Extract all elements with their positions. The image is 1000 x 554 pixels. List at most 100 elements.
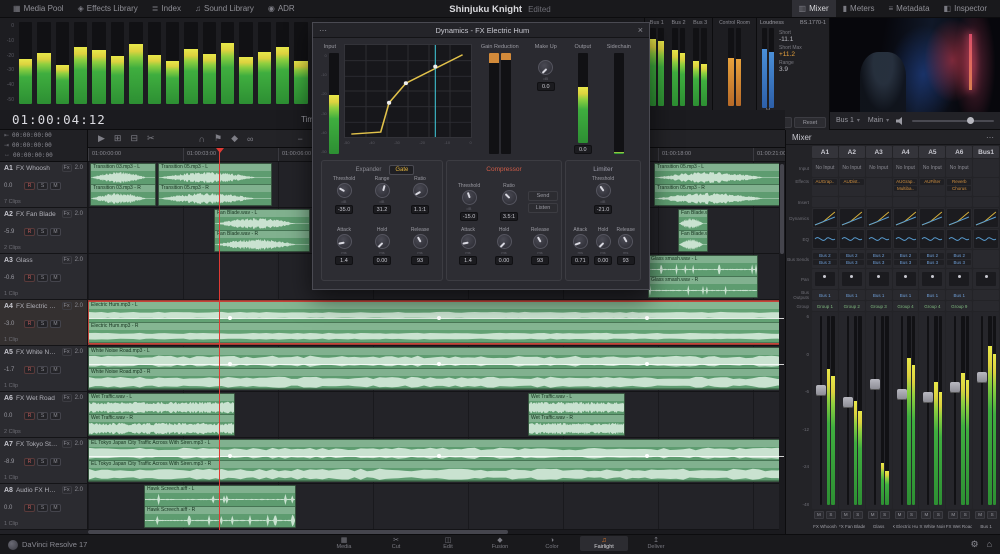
strip-input[interactable]: No Input xyxy=(946,159,972,177)
strip-mute-button[interactable]: M xyxy=(948,511,958,519)
gate-tab[interactable]: Gate xyxy=(389,165,414,175)
strip-channel-label[interactable]: A1 xyxy=(812,146,838,158)
track-arm-button[interactable]: R xyxy=(24,366,35,374)
track-fx-badge[interactable]: Fx xyxy=(62,164,72,172)
strip-eq-thumb[interactable] xyxy=(946,229,972,249)
strip-insert[interactable] xyxy=(893,197,919,207)
audio-clip[interactable]: EL Tokyo Japan City Traffic Across With … xyxy=(88,439,785,482)
strip-input[interactable]: No Input xyxy=(812,159,838,177)
fader-handle[interactable] xyxy=(843,397,853,408)
strip-mute-button[interactable]: M xyxy=(975,511,985,519)
fader-handle[interactable] xyxy=(950,382,960,393)
strip-group[interactable]: Group 4 xyxy=(919,301,945,311)
compressor-title[interactable]: Compressor xyxy=(450,163,558,176)
strip-insert[interactable] xyxy=(839,197,865,207)
pan-control[interactable] xyxy=(869,272,889,286)
audio-clip[interactable]: Transition 05.mp3 - LTransition 05.mp3 -… xyxy=(158,163,272,206)
track-arm-button[interactable]: R xyxy=(24,320,35,328)
strip-input[interactable]: No Input xyxy=(919,159,945,177)
strip-pan[interactable] xyxy=(946,269,972,289)
bus-send-item[interactable]: Bus 3 xyxy=(840,260,864,266)
sound-library-button[interactable]: ♫Sound Library xyxy=(188,0,261,17)
send-button[interactable]: Send xyxy=(528,191,558,201)
strip-dynamics-thumb[interactable] xyxy=(973,208,999,228)
pan-control[interactable] xyxy=(815,272,835,286)
effects-library-button[interactable]: ◈Effects Library xyxy=(71,0,145,17)
audio-clip[interactable]: Hawk Screech.aiff - LHawk Screech.aiff -… xyxy=(144,485,296,528)
strip-pan[interactable] xyxy=(866,269,892,289)
audio-clip[interactable]: Wet Traffic.wav - LWet Traffic.wav - R xyxy=(88,393,235,436)
strip-eq-thumb[interactable] xyxy=(893,229,919,249)
vertical-scrollbar-thumb[interactable] xyxy=(780,164,784,254)
track-fx-badge[interactable]: Fx xyxy=(62,486,72,494)
audio-clip[interactable]: Transition 05.mp3 - LTransition 05.mp3 -… xyxy=(654,163,782,206)
hold-knob[interactable] xyxy=(375,234,390,249)
automation-point[interactable] xyxy=(437,362,441,366)
window-options-icon[interactable]: ⋯ xyxy=(319,26,327,35)
strip-effect-item[interactable]: AUGrap.. xyxy=(813,179,837,185)
range-knob[interactable] xyxy=(375,183,390,198)
bus-send-item[interactable]: Bus 3 xyxy=(920,260,944,266)
bus-send-item[interactable]: Bus 2 xyxy=(813,253,837,259)
strip-pan[interactable] xyxy=(973,269,999,289)
strip-channel-label[interactable]: A6 xyxy=(946,146,972,158)
strip-group[interactable]: Group 9 xyxy=(946,301,972,311)
strip-eq-thumb[interactable] xyxy=(812,229,838,249)
strip-solo-button[interactable]: S xyxy=(960,511,970,519)
strip-insert[interactable] xyxy=(919,197,945,207)
audio-clip[interactable]: Fan Blade.wav - LFan Blade.wav - R xyxy=(214,209,310,252)
strip-bus-output[interactable]: Bus 1 xyxy=(946,290,972,300)
strip-eq-thumb[interactable] xyxy=(839,229,865,249)
strip-group[interactable] xyxy=(973,301,999,311)
strip-bus-output[interactable]: Bus 1 xyxy=(866,290,892,300)
strip-insert[interactable] xyxy=(973,197,999,207)
strip-bus-sends[interactable]: Bus 2Bus 3 xyxy=(839,250,865,268)
pointer-tool-icon[interactable]: ▶ xyxy=(98,133,105,144)
release-knob[interactable] xyxy=(618,234,633,249)
monitor-mode-selector[interactable]: Main xyxy=(868,117,883,124)
track-mute-button[interactable]: M xyxy=(50,504,61,512)
strip-insert[interactable] xyxy=(866,197,892,207)
audio-clip[interactable]: Transition 03.mp3 - LTransition 03.mp3 -… xyxy=(90,163,156,206)
razor-tool-icon[interactable]: ✂ xyxy=(147,133,155,144)
link-clips-icon[interactable]: ∞ xyxy=(247,134,253,144)
bus-send-item[interactable]: Bus 3 xyxy=(813,260,837,266)
pan-control[interactable] xyxy=(949,272,969,286)
track-lane[interactable]: Electric Hum.mp3 - LElectric Hum.mp3 - R xyxy=(88,300,785,345)
fader-handle[interactable] xyxy=(870,379,880,390)
strip-input[interactable] xyxy=(973,159,999,177)
track-header[interactable]: A1FX WhooshFx2.00.0RSM7 Clips xyxy=(0,162,88,207)
strip-effects[interactable]: AUGrap..Multiba.. xyxy=(893,178,919,196)
track-fx-badge[interactable]: Fx xyxy=(62,302,72,310)
page-cut[interactable]: ✂Cut xyxy=(372,536,420,551)
strip-dynamics-thumb[interactable] xyxy=(839,208,865,228)
strip-bus-sends[interactable]: Bus 2Bus 3 xyxy=(946,250,972,268)
strip-effects[interactable]: ReverbChorus xyxy=(946,178,972,196)
threshold-knob[interactable] xyxy=(337,183,352,198)
track-fx-badge[interactable]: Fx xyxy=(62,256,72,264)
track-solo-button[interactable]: S xyxy=(37,458,48,466)
pan-control[interactable] xyxy=(842,272,862,286)
strip-effects[interactable] xyxy=(973,178,999,196)
page-fusion[interactable]: ◆Fusion xyxy=(476,536,524,551)
track-fx-badge[interactable]: Fx xyxy=(62,394,72,402)
track-arm-button[interactable]: R xyxy=(24,228,35,236)
strip-mute-button[interactable]: M xyxy=(814,511,824,519)
attack-knob[interactable] xyxy=(461,234,476,249)
page-deliver[interactable]: ↥Deliver xyxy=(632,536,680,551)
resolve-logo-icon[interactable] xyxy=(8,540,18,550)
dynamics-titlebar[interactable]: ⋯ Dynamics - FX Electric Hum × xyxy=(313,23,649,38)
automation-point[interactable] xyxy=(437,316,441,320)
strip-bus-sends[interactable] xyxy=(973,250,999,268)
metadata-button[interactable]: ≡Metadata xyxy=(882,0,937,17)
strip-effect-item[interactable]: Multiba.. xyxy=(894,186,918,192)
strip-bus-output[interactable]: Bus 1 xyxy=(893,290,919,300)
fader-handle[interactable] xyxy=(897,389,907,400)
strip-input[interactable]: No Input xyxy=(839,159,865,177)
transfer-curve-graph[interactable] xyxy=(344,44,472,138)
release-knob[interactable] xyxy=(533,234,548,249)
bus-send-item[interactable]: Bus 3 xyxy=(867,260,891,266)
audio-clip[interactable]: Fan Blade.wav - LFan Blade.wav - R xyxy=(678,209,708,252)
mixer-button[interactable]: ▥Mixer xyxy=(792,0,836,17)
track-mute-button[interactable]: M xyxy=(50,366,61,374)
